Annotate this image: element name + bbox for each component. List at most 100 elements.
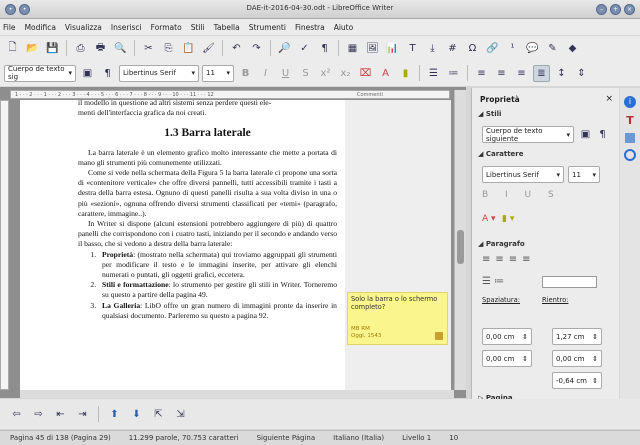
new-document-icon[interactable]: 🗋 — [4, 40, 21, 57]
font-size-select[interactable]: 11 ▾ — [202, 64, 234, 82]
footnote-icon[interactable]: ¹ — [504, 40, 521, 57]
paragraph-spacing-icon[interactable]: ⇕ — [573, 65, 590, 82]
close-icon[interactable]: × — [605, 94, 613, 104]
highlight-icon[interactable]: ▮ ▾ — [502, 214, 514, 224]
underline-icon[interactable]: U — [277, 65, 294, 82]
indent-after-field[interactable]: 0,00 cm ⇕ — [552, 350, 602, 367]
italic-icon[interactable]: I — [257, 65, 274, 82]
indent-before-field[interactable]: 1,27 cm ⇕ — [552, 328, 602, 345]
strikethrough-icon[interactable]: S — [297, 65, 314, 82]
page-content[interactable]: il modello in questione ad altri sistemi… — [78, 100, 337, 321]
track-changes-icon[interactable]: ✎ — [544, 40, 561, 57]
comment-note[interactable]: Solo la barra o lo schermo completo? MB … — [347, 292, 448, 345]
properties-tab-icon[interactable]: i — [624, 96, 636, 108]
menu-finestra[interactable]: Finestra — [295, 23, 325, 32]
bold-icon[interactable]: B — [237, 65, 254, 82]
menu-file[interactable]: File — [3, 23, 16, 32]
update-style-icon[interactable]: ▣ — [79, 65, 96, 82]
font-color-icon[interactable]: A — [377, 65, 394, 82]
menu-strumenti[interactable]: Strumenti — [249, 23, 286, 32]
navigator-tab-icon[interactable] — [624, 149, 636, 161]
close-icon[interactable]: × — [624, 4, 635, 15]
insert-field-icon[interactable]: # — [444, 40, 461, 57]
new-style-icon[interactable]: ¶ — [99, 65, 116, 82]
insert-table-icon[interactable]: ▦ — [344, 40, 361, 57]
update-style-icon[interactable]: ▣ — [577, 126, 594, 143]
insert-chart-icon[interactable]: 📊 — [384, 40, 401, 57]
nav-first-icon[interactable]: ⇤ — [52, 406, 69, 423]
horizontal-scrollbar[interactable] — [20, 390, 454, 398]
bullets-icon[interactable]: ☰ — [425, 65, 442, 82]
nav-last-icon[interactable]: ⇥ — [74, 406, 91, 423]
spellcheck-icon[interactable]: ✓ — [296, 40, 313, 57]
page-indicator[interactable]: Pagina 45 di 138 (Pagina 29) — [10, 434, 111, 442]
subscript-icon[interactable]: x₂ — [337, 65, 354, 82]
menu-visualizza[interactable]: Visualizza — [65, 23, 102, 32]
horizontal-ruler[interactable]: 1 · · · 2 · · · 1 · · · 2 · · · 3 · · · … — [10, 90, 450, 99]
spacing-below-field[interactable]: 0,00 cm ⇕ — [482, 350, 532, 367]
align-left-icon[interactable]: ≡ — [473, 65, 490, 82]
promote-icon[interactable]: ⇱ — [150, 406, 167, 423]
page-style[interactable]: Siguiente Página — [257, 434, 316, 442]
superscript-icon[interactable]: x² — [317, 65, 334, 82]
nav-next-icon[interactable]: ⇨ — [30, 406, 47, 423]
undo-icon[interactable]: ↶ — [228, 40, 245, 57]
paste-icon[interactable]: 📋 — [180, 40, 197, 57]
styles-tab-icon[interactable]: T — [626, 114, 634, 127]
special-character-icon[interactable]: Ω — [464, 40, 481, 57]
clone-format-icon[interactable]: 🖌 — [200, 40, 217, 57]
word-count[interactable]: 11.299 parole, 70.753 caratteri — [129, 434, 239, 442]
menu-inserisci[interactable]: Inserisci — [111, 23, 142, 32]
insert-textbox-icon[interactable]: T — [404, 40, 421, 57]
align-center-icon[interactable]: ≡ — [493, 65, 510, 82]
export-pdf-icon[interactable]: ⎙ — [72, 40, 89, 57]
section-stili[interactable]: ◢ Stili — [478, 110, 501, 118]
nav-down-icon[interactable]: ⬇ — [128, 406, 145, 423]
zoom-level[interactable]: 10 — [449, 434, 458, 442]
section-paragrafo[interactable]: ◢ Paragrafo — [478, 240, 525, 248]
print-preview-icon[interactable]: 🔍 — [112, 40, 129, 57]
page-break-icon[interactable]: ⤓ — [424, 40, 441, 57]
font-name-select[interactable]: Libertinus Serif ▾ — [119, 64, 199, 82]
first-line-indent-field[interactable]: -0,64 cm ⇕ — [552, 372, 602, 389]
minimize-icon[interactable]: – — [596, 4, 607, 15]
formatting-marks-icon[interactable]: ¶ — [316, 40, 333, 57]
alignment-buttons[interactable]: ≡≡≡≡ — [482, 254, 536, 265]
vertical-ruler[interactable] — [0, 100, 9, 390]
line-spacing-icon[interactable]: ↕ — [553, 65, 570, 82]
spacing-above-field[interactable]: 0,00 cm ⇕ — [482, 328, 532, 345]
section-carattere[interactable]: ◢ Carattere — [478, 150, 524, 158]
comment-menu-icon[interactable] — [435, 332, 443, 340]
new-style-icon[interactable]: ¶ — [594, 126, 611, 143]
vertical-scrollbar[interactable] — [454, 90, 466, 390]
save-icon[interactable]: 💾 — [44, 40, 61, 57]
sidebar-font-select[interactable]: Libertinus Serif ▾ — [482, 166, 564, 183]
demote-icon[interactable]: ⇲ — [172, 406, 189, 423]
clear-formatting-icon[interactable]: ⌧ — [357, 65, 374, 82]
menu-formato[interactable]: Formato — [151, 23, 182, 32]
hyperlink-icon[interactable]: 🔗 — [484, 40, 501, 57]
find-replace-icon[interactable]: 🔎 — [276, 40, 293, 57]
menu-modifica[interactable]: Modifica — [25, 23, 56, 32]
menu-stili[interactable]: Stili — [191, 23, 205, 32]
menu-aiuto[interactable]: Aiuto — [334, 23, 354, 32]
print-icon[interactable]: 🖶 — [92, 40, 109, 57]
open-icon[interactable]: 📂 — [24, 40, 41, 57]
copy-icon[interactable]: ⎘ — [160, 40, 177, 57]
align-right-icon[interactable]: ≡ — [513, 65, 530, 82]
justify-icon[interactable]: ≣ — [533, 64, 550, 82]
highlight-icon[interactable]: ▮ — [397, 65, 414, 82]
nav-previous-icon[interactable]: ⇦ — [8, 406, 25, 423]
sidebar-size-select[interactable]: 11 ▾ — [568, 166, 600, 183]
redo-icon[interactable]: ↷ — [248, 40, 265, 57]
draw-shapes-icon[interactable]: ◆ — [564, 40, 581, 57]
menu-tabella[interactable]: Tabella — [214, 23, 240, 32]
character-format-buttons[interactable]: B I U S — [482, 190, 561, 200]
cut-icon[interactable]: ✂ — [140, 40, 157, 57]
paragraph-background-select[interactable] — [542, 276, 597, 288]
insert-image-icon[interactable]: 🖼 — [364, 40, 381, 57]
comment-text[interactable]: Solo la barra o lo schermo completo? — [351, 295, 444, 311]
nav-up-icon[interactable]: ⬆ — [106, 406, 123, 423]
numbering-icon[interactable]: ≔ — [445, 65, 462, 82]
sidebar-style-select[interactable]: Cuerpo de texto siguiente ▾ — [482, 126, 574, 143]
